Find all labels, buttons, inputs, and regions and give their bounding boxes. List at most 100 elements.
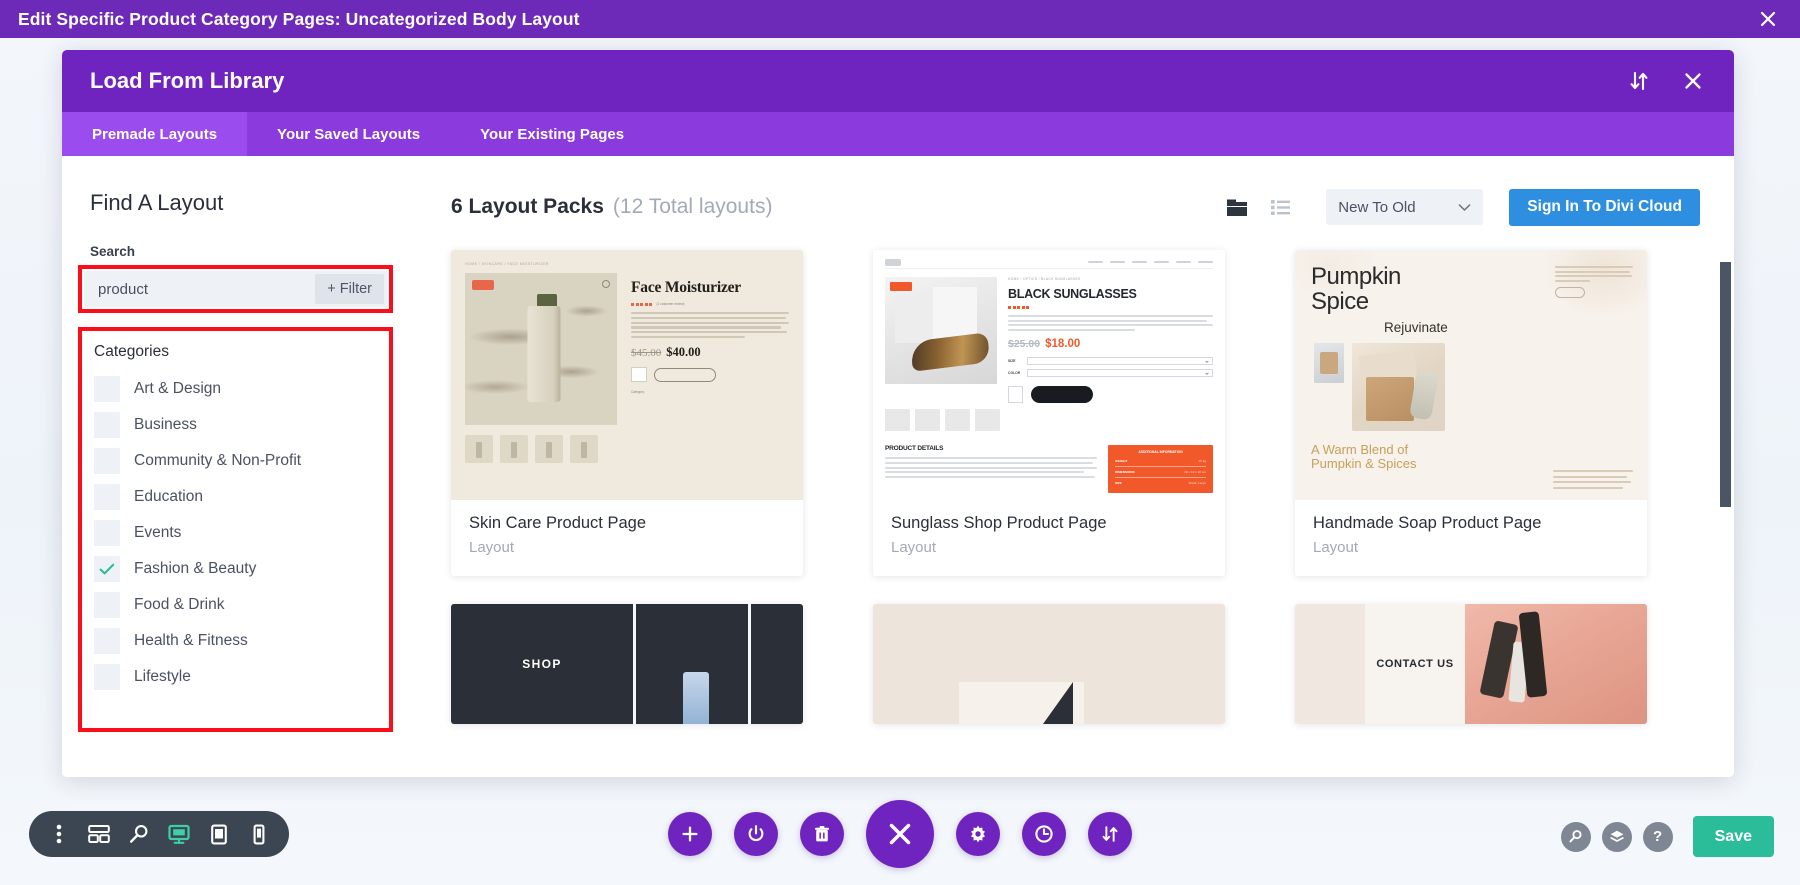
category-item-health-fitness[interactable]: Health & Fitness [82,623,389,659]
category-label: Business [134,416,197,433]
checkbox-icon[interactable] [94,520,120,546]
category-label: Food & Drink [134,596,225,613]
modal-scrollbar[interactable] [1720,262,1731,777]
category-item-business[interactable]: Business [82,407,389,443]
category-item-education[interactable]: Education [82,479,389,515]
help-icon[interactable]: ? [1642,821,1673,852]
category-item-events[interactable]: Events [82,515,389,551]
thumb-quantity-input [631,367,647,383]
thumb-product-title: BLACK SUNGLASSES [1008,287,1137,301]
save-button[interactable]: Save [1692,816,1774,857]
trash-icon[interactable] [800,812,844,856]
checkbox-icon[interactable] [94,664,120,690]
layout-card-beige-partial[interactable] [873,604,1225,724]
close-menu-icon[interactable] [866,800,934,868]
sort-order-select[interactable]: New To Old [1326,189,1484,225]
layout-card-handmade-soap[interactable]: Pumpkin Spice Rejuvinate A Warm Blend of… [1295,250,1647,576]
add-section-icon[interactable] [668,812,712,856]
thumb-add-to-cart-button [654,367,716,382]
power-toggle-icon[interactable] [734,812,778,856]
close-icon[interactable] [1680,68,1706,94]
thumb-buy-button [1555,287,1585,299]
desktop-view-icon[interactable] [161,816,197,852]
thumb-review-count: (1 customer review) [656,302,685,306]
layout-card-skin-care[interactable]: HOME / SKINCARE / FACE MOISTURIZER Face … [451,250,803,576]
category-label: Events [134,524,182,541]
categories-highlight-box: Categories Art & Design Business Communi… [78,327,393,732]
sort-arrows-icon[interactable] [1626,68,1652,94]
category-item-art-design[interactable]: Art & Design [82,371,389,407]
modal-scrollbar-thumb[interactable] [1720,262,1731,507]
category-item-fashion-beauty[interactable]: Fashion & Beauty [82,551,389,587]
thumb-feature-list [1553,470,1633,492]
more-options-icon[interactable] [41,816,77,852]
checkbox-icon[interactable] [94,592,120,618]
thumb-size-select [1027,357,1213,366]
thumb-info-value: Small, Large [1188,481,1206,486]
layers-icon[interactable] [1601,821,1632,852]
thumb-description [631,312,789,339]
tab-your-saved-layouts[interactable]: Your Saved Layouts [247,112,450,156]
layout-thumbnail-skin-care: HOME / SKINCARE / FACE MOISTURIZER Face … [451,250,803,500]
close-icon[interactable] [1754,5,1782,33]
sort-order-value: New To Old [1338,198,1416,216]
sort-arrows-icon[interactable] [1088,812,1132,856]
search-input-value[interactable]: product [84,281,315,298]
thumb-add-to-cart-button [1031,386,1093,404]
filter-button[interactable]: + Filter [315,274,384,304]
sign-in-divi-cloud-button[interactable]: Sign In To Divi Cloud [1509,188,1700,226]
category-item-food-drink[interactable]: Food & Drink [82,587,389,623]
find-a-layout-sidebar: Find A Layout Search product + Filter Ca… [62,156,417,777]
checkbox-checked-icon[interactable] [94,556,120,582]
layout-card-sunglass-shop[interactable]: HOME / OPTICS / BLACK SUNGLASSES BLACK S… [873,250,1225,576]
folder-view-icon[interactable] [1224,196,1250,218]
category-item-community-non-profit[interactable]: Community & Non-Profit [82,443,389,479]
wireframe-view-icon[interactable] [81,816,117,852]
thumb-logo [885,258,901,266]
gear-icon[interactable] [956,812,1000,856]
thumb-warm-line1: A Warm Blend of [1311,441,1409,457]
layout-card-meta: Handmade Soap Product Page Layout [1295,500,1647,576]
chevron-down-icon [1458,199,1471,216]
thumb-details-heading: PRODUCT DETAILS [885,445,944,453]
layout-card-subtitle: Layout [891,539,937,556]
modal-body: Find A Layout Search product + Filter Ca… [62,156,1734,777]
checkbox-icon[interactable] [94,484,120,510]
search-input[interactable]: product + Filter [84,271,387,307]
layout-card-title: Sunglass Shop Product Page [891,514,1107,532]
page-title: Edit Specific Product Category Pages: Un… [18,8,580,29]
thumb-info-key: SIZE [1115,481,1122,486]
checkbox-icon[interactable] [94,412,120,438]
tab-premade-layouts[interactable]: Premade Layouts [62,112,248,156]
thumb-info-key: DIMENSIONS [1115,470,1135,475]
page-topbar: Edit Specific Product Category Pages: Un… [0,0,1800,38]
thumb-shop-word: SHOP [522,657,562,671]
history-icon[interactable] [1022,812,1066,856]
category-item-lifestyle[interactable]: Lifestyle [82,659,389,695]
thumb-new-price: $18.00 [1045,338,1081,351]
zoom-out-icon[interactable] [121,816,157,852]
layout-thumbnail-sunglass-shop: HOME / OPTICS / BLACK SUNGLASSES BLACK S… [873,250,1225,500]
tab-your-existing-pages[interactable]: Your Existing Pages [450,112,654,156]
layout-cards-grid: HOME / SKINCARE / FACE MOISTURIZER Face … [451,250,1700,724]
layout-thumbnail-contact: CONTACT US [1295,604,1647,724]
layout-card-contact-partial[interactable]: CONTACT US [1295,604,1647,724]
checkbox-icon[interactable] [94,448,120,474]
checkbox-icon[interactable] [94,376,120,402]
category-label: Fashion & Beauty [134,560,257,577]
categories-heading: Categories [94,343,169,360]
search-icon[interactable] [1560,821,1591,852]
tablet-view-icon[interactable] [201,816,237,852]
search-highlight-box: product + Filter [78,265,393,313]
thumb-category-label: Category: [631,390,645,395]
layout-card-shop-partial[interactable]: SHOP [451,604,803,724]
thumb-warm-line2: Pumpkin & Spices [1311,456,1417,472]
phone-view-icon[interactable] [241,816,277,852]
magnify-icon [602,280,610,288]
checkbox-icon[interactable] [94,628,120,654]
category-label: Lifestyle [134,668,191,685]
categories-panel: Categories Art & Design Business Communi… [82,331,389,728]
thumb-subheading: Rejuvinate [1384,319,1448,335]
list-view-icon[interactable] [1268,196,1294,218]
thumb-breadcrumb: HOME / SKINCARE / FACE MOISTURIZER [465,262,549,266]
